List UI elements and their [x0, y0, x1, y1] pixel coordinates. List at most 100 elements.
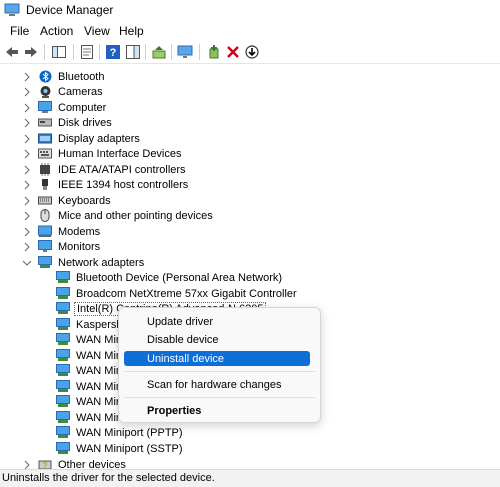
title-bar: Device Manager	[0, 0, 500, 21]
menu-item-scan-hardware[interactable]: Scan for hardware changes	[124, 377, 310, 392]
menu-item-update-driver[interactable]: Update driver	[124, 314, 310, 329]
chevron-right-icon[interactable]	[22, 148, 32, 160]
tree-child-label: WAN Miniport (PPTP)	[76, 426, 183, 439]
tree-item-network-adapters[interactable]: Network adapters	[22, 255, 146, 270]
forward-icon[interactable]	[22, 43, 40, 61]
menu-help[interactable]: Help	[119, 24, 144, 38]
tree-item-computer[interactable]: Computer	[22, 100, 108, 115]
chevron-right-icon[interactable]	[22, 133, 32, 145]
chevron-down-icon[interactable]	[22, 257, 32, 269]
network-adapter-icon	[56, 380, 70, 393]
toolbar-separator	[99, 44, 100, 60]
tree-item-label: Other devices	[58, 458, 126, 470]
back-icon[interactable]	[3, 43, 21, 61]
tree-child-device[interactable]: WAN Mini	[56, 410, 126, 425]
keyboard-icon	[38, 194, 52, 207]
tree-child-device[interactable]: WAN Miniport (SSTP)	[56, 441, 185, 456]
monitor-icon	[38, 240, 52, 253]
add-driver-icon[interactable]	[205, 43, 223, 61]
tree-item-modems[interactable]: Modems	[22, 224, 102, 239]
network-icon	[38, 256, 52, 269]
show-hide-console-tree-icon[interactable]	[50, 43, 68, 61]
scan-hardware-icon[interactable]	[176, 43, 194, 61]
disable-device-icon[interactable]	[243, 43, 261, 61]
chevron-right-icon[interactable]	[22, 117, 32, 129]
tree-child-label: Broadcom NetXtreme 57xx Gigabit Controll…	[76, 287, 297, 300]
svg-text:?: ?	[43, 461, 48, 469]
chevron-right-icon[interactable]	[22, 195, 32, 207]
chevron-right-icon[interactable]	[22, 71, 32, 83]
chevron-right-icon[interactable]	[22, 179, 32, 191]
tree-child-device[interactable]: Broadcom NetXtreme 57xx Gigabit Controll…	[56, 286, 299, 301]
tree-child-device[interactable]: WAN Mini	[56, 363, 126, 378]
mouse-icon	[38, 209, 52, 222]
toolbar-separator	[145, 44, 146, 60]
tree-item-ieee1394[interactable]: IEEE 1394 host controllers	[22, 177, 190, 192]
tree-child-device[interactable]: WAN Miniport (PPTP)	[56, 425, 185, 440]
tree-child-device[interactable]: Bluetooth Device (Personal Area Network)	[56, 270, 284, 285]
network-adapter-icon	[56, 318, 70, 331]
menu-view[interactable]: View	[84, 24, 110, 38]
menu-file[interactable]: File	[10, 24, 29, 38]
network-adapter-icon	[56, 442, 70, 455]
show-action-pane-icon[interactable]	[124, 43, 142, 61]
tree-item-hid[interactable]: Human Interface Devices	[22, 146, 184, 161]
tree-item-label: Keyboards	[58, 194, 111, 207]
tree-item-disk-drives[interactable]: Disk drives	[22, 115, 114, 130]
network-adapter-icon	[56, 411, 70, 424]
tree-item-cameras[interactable]: Cameras	[22, 84, 105, 99]
tree-item-label: IEEE 1394 host controllers	[58, 178, 189, 191]
tree-child-label: Bluetooth Device (Personal Area Network)	[76, 271, 283, 284]
tree-item-label: IDE ATA/ATAPI controllers	[58, 163, 186, 176]
menu-bar: File Action View Help	[0, 21, 500, 41]
update-driver-icon[interactable]	[150, 43, 168, 61]
device-manager-icon	[4, 3, 20, 17]
toolbar-separator	[44, 44, 45, 60]
toolbar-separator	[73, 44, 74, 60]
menu-separator	[124, 371, 315, 372]
tree-child-device[interactable]: WAN Mini	[56, 332, 126, 347]
window-title: Device Manager	[26, 3, 114, 17]
chevron-right-icon[interactable]	[22, 241, 32, 253]
tree-item-other-devices[interactable]: ? Other devices	[22, 457, 128, 469]
uninstall-icon[interactable]	[224, 43, 242, 61]
toolbar-separator	[171, 44, 172, 60]
network-adapter-icon	[56, 426, 70, 439]
help-icon[interactable]: ?	[104, 43, 122, 61]
tree-item-bluetooth[interactable]: Bluetooth	[22, 69, 106, 84]
properties-icon[interactable]	[78, 43, 96, 61]
network-adapter-icon	[56, 349, 70, 362]
tree-child-label: WAN Miniport (SSTP)	[76, 442, 183, 455]
status-text: Uninstalls the driver for the selected d…	[2, 472, 215, 484]
tree-item-label: Disk drives	[58, 116, 112, 129]
tree-item-ide-controllers[interactable]: IDE ATA/ATAPI controllers	[22, 162, 188, 177]
menu-item-uninstall-device[interactable]: Uninstall device	[124, 351, 310, 366]
tree-child-device[interactable]: WAN Mini	[56, 394, 126, 409]
tree-item-label: Monitors	[58, 240, 101, 253]
tree-item-monitors[interactable]: Monitors	[22, 239, 102, 254]
tree-item-keyboards[interactable]: Keyboards	[22, 193, 113, 208]
tree-item-label: Network adapters	[58, 256, 145, 269]
menu-item-disable-device[interactable]: Disable device	[124, 332, 310, 347]
chevron-right-icon[interactable]	[22, 102, 32, 114]
network-adapter-icon	[56, 333, 70, 346]
network-adapter-icon	[56, 287, 70, 300]
tree-item-mice[interactable]: Mice and other pointing devices	[22, 208, 215, 223]
toolbar: ?	[0, 41, 500, 64]
network-adapter-icon	[56, 302, 70, 315]
disk-icon	[38, 116, 52, 129]
camera-icon	[38, 85, 52, 98]
menu-action[interactable]: Action	[40, 24, 73, 38]
chevron-right-icon[interactable]	[22, 226, 32, 238]
chevron-right-icon[interactable]	[22, 210, 32, 222]
chevron-right-icon[interactable]	[22, 86, 32, 98]
menu-item-properties[interactable]: Properties	[124, 403, 310, 418]
other-devices-icon: ?	[38, 458, 52, 469]
tree-child-device[interactable]: WAN Mini	[56, 379, 126, 394]
network-adapter-icon	[56, 395, 70, 408]
tree-item-label: Bluetooth	[58, 70, 105, 83]
tree-item-display-adapters[interactable]: Display adapters	[22, 131, 142, 146]
chevron-right-icon[interactable]	[22, 459, 32, 470]
chevron-right-icon[interactable]	[22, 164, 32, 176]
tree-child-device[interactable]: WAN Mini	[56, 348, 126, 363]
